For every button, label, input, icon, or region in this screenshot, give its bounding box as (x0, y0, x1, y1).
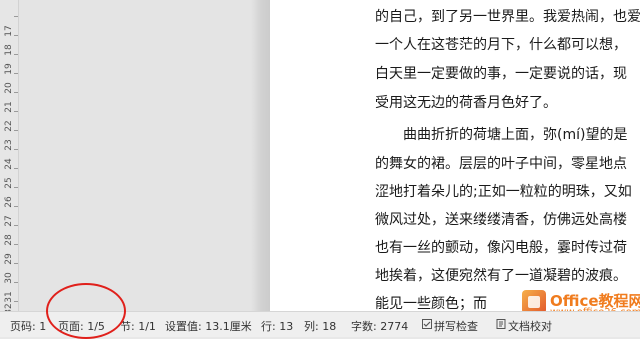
ruler-number: 20 (4, 82, 14, 94)
ruler-mark (14, 130, 18, 131)
spell-check-button[interactable]: 拼写检查 (434, 318, 478, 334)
status-bar: 页码: 1 页面: 1/5 节: 1/1 设置值: 13.1厘米 行: 13 列… (0, 311, 640, 337)
ruler-mark (14, 111, 18, 112)
text-line[interactable]: 的自己，到了另一世界里。我爱热闹，也爱 (375, 6, 640, 26)
ruler-mark (14, 149, 18, 150)
ruler-number: 19 (4, 63, 14, 75)
ruler-mark (14, 301, 18, 302)
document-page[interactable]: 的自己，到了另一世界里。我爱热闹，也爱 一个人在这苍茫的月下，什么都可以想， 白… (270, 0, 640, 311)
status-row[interactable]: 行: 13 (261, 318, 293, 334)
status-column[interactable]: 列: 18 (304, 318, 336, 334)
ruler-mark (14, 206, 18, 207)
ruler-mark (14, 73, 18, 74)
status-page-code[interactable]: 页码: 1 (10, 318, 46, 334)
ruler-mark (14, 187, 18, 188)
ruler-mark (14, 92, 18, 93)
document-canvas-margin (19, 0, 270, 311)
ruler-mark (14, 244, 18, 245)
status-page[interactable]: 页面: 1/5 (58, 318, 105, 334)
text-line[interactable]: 一个人在这苍茫的月下，什么都可以想， (375, 34, 627, 54)
ruler-number: 21 (4, 101, 14, 113)
ruler-number: 24 (4, 158, 14, 170)
text-line[interactable]: 涩地打着朵儿的;正如一粒粒的明珠，又如 (375, 181, 632, 201)
status-section[interactable]: 节: 1/1 (120, 318, 156, 334)
spell-check-icon[interactable] (422, 319, 432, 329)
ruler-number: 28 (4, 234, 14, 246)
ruler-mark (14, 263, 18, 264)
ruler-mark (14, 35, 18, 36)
ruler-number: 23 (4, 139, 14, 151)
ruler-mark (14, 168, 18, 169)
ruler-number: 32 (4, 303, 14, 311)
text-line[interactable]: 微风过处，送来缕缕清香，仿佛远处高楼 (375, 209, 627, 229)
status-position[interactable]: 设置值: 13.1厘米 (165, 318, 252, 334)
text-line[interactable]: 受用这无边的荷香月色好了。 (375, 92, 557, 112)
ruler-number: 30 (4, 272, 14, 284)
text-line[interactable]: 能见一些颜色；而 (375, 293, 487, 311)
status-word-count[interactable]: 字数: 2774 (351, 318, 408, 334)
ruler-mark (14, 282, 18, 283)
text-line[interactable]: 地挨着，这便宛然有了一道凝碧的波痕。 (375, 265, 627, 285)
text-line[interactable]: 也有一丝的颤动，像闪电般，霎时传过荷 (375, 237, 627, 257)
ruler-mark (14, 54, 18, 55)
text-line[interactable]: 的舞女的裙。层层的叶子中间，零星地点 (375, 153, 627, 173)
vertical-ruler: 17 18 19 20 21 22 23 24 25 26 27 28 29 3… (0, 0, 19, 311)
ruler-number: 26 (4, 196, 14, 208)
doc-check-icon[interactable] (496, 319, 506, 329)
doc-check-button[interactable]: 文档校对 (508, 318, 552, 334)
ruler-mark (14, 225, 18, 226)
ruler-number: 22 (4, 120, 14, 132)
ruler-number: 29 (4, 253, 14, 265)
ruler-mark (14, 16, 18, 17)
ruler-number: 18 (4, 44, 14, 56)
ruler-number: 17 (4, 25, 14, 37)
text-line[interactable]: 白天里一定要做的事，一定要说的话，现 (375, 63, 627, 83)
ruler-number: 25 (4, 177, 14, 189)
text-line[interactable]: 曲曲折折的荷塘上面，弥(mí)望的是 (375, 124, 627, 144)
ruler-number: 27 (4, 215, 14, 227)
